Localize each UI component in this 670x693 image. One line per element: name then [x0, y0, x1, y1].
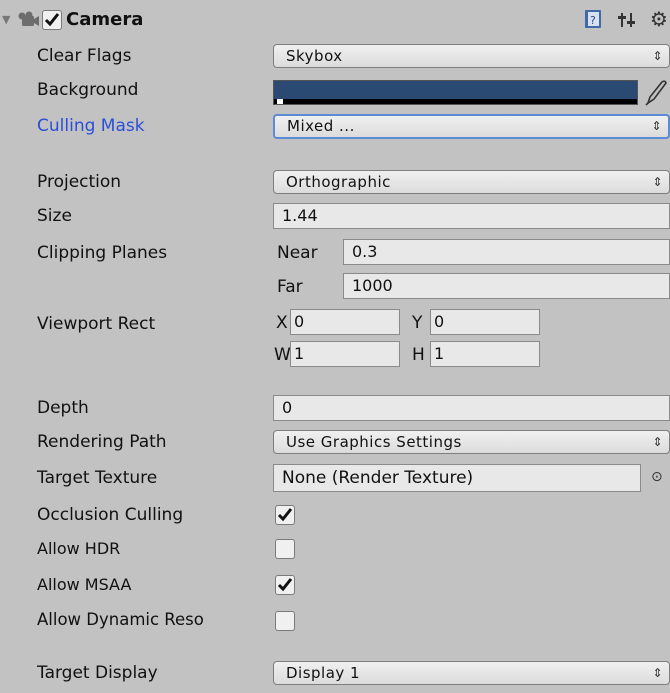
- clear-flags-dropdown[interactable]: Skybox ⇕: [273, 44, 670, 68]
- dropdown-arrow-icon: ⇕: [652, 435, 663, 449]
- object-picker-icon[interactable]: ⊙: [651, 469, 663, 485]
- x-field[interactable]: 0: [290, 309, 400, 335]
- target-display-value: Display 1: [286, 664, 361, 682]
- allow-msaa-label: Allow MSAA: [37, 575, 132, 594]
- svg-text:?: ?: [590, 14, 596, 27]
- h-label: H: [412, 345, 425, 365]
- viewport-rect-label: Viewport Rect: [37, 314, 156, 334]
- settings-gear-icon[interactable]: ⚙: [650, 7, 668, 31]
- depth-field[interactable]: 0: [273, 395, 670, 421]
- culling-mask-value: Mixed ...: [287, 117, 355, 135]
- h-field[interactable]: 1: [430, 341, 540, 367]
- y-label: Y: [412, 313, 423, 333]
- clear-flags-label: Clear Flags: [37, 46, 132, 66]
- w-field[interactable]: 1: [290, 341, 400, 367]
- allow-dynamic-resolution-checkbox[interactable]: [275, 611, 295, 631]
- allow-dynamic-resolution-label: Allow Dynamic Reso: [37, 610, 204, 629]
- background-color-swatch[interactable]: [273, 80, 638, 105]
- presets-sliders-icon[interactable]: [617, 11, 637, 34]
- w-label: W: [274, 345, 291, 365]
- x-label: X: [276, 313, 288, 333]
- culling-mask-dropdown[interactable]: Mixed ... ⇕: [273, 114, 670, 139]
- background-label: Background: [37, 80, 139, 100]
- near-field[interactable]: 0.3: [343, 239, 670, 265]
- size-field[interactable]: 1.44: [273, 203, 670, 229]
- alpha-bar: [274, 99, 637, 104]
- dropdown-arrow-icon: ⇕: [652, 666, 663, 680]
- rendering-path-label: Rendering Path: [37, 432, 167, 452]
- near-label: Near: [277, 243, 318, 263]
- clipping-planes-label: Clipping Planes: [37, 243, 168, 263]
- rendering-path-value: Use Graphics Settings: [286, 433, 462, 451]
- help-book-icon[interactable]: ?: [583, 9, 603, 34]
- clear-flags-value: Skybox: [286, 47, 343, 65]
- dropdown-arrow-icon: ⇕: [651, 119, 662, 133]
- target-texture-field[interactable]: None (Render Texture): [273, 464, 641, 492]
- camera-icon: [16, 11, 40, 34]
- allow-msaa-checkbox[interactable]: [275, 575, 295, 595]
- projection-dropdown[interactable]: Orthographic ⇕: [273, 170, 670, 194]
- occlusion-culling-label: Occlusion Culling: [37, 505, 184, 525]
- component-title: Camera: [66, 9, 144, 30]
- eyedropper-icon[interactable]: [644, 78, 668, 111]
- target-display-label: Target Display: [37, 663, 158, 683]
- depth-label: Depth: [37, 398, 89, 418]
- rendering-path-dropdown[interactable]: Use Graphics Settings ⇕: [273, 430, 670, 454]
- component-enabled-checkbox[interactable]: [42, 10, 62, 30]
- allow-hdr-label: Allow HDR: [37, 539, 121, 558]
- projection-label: Projection: [37, 172, 122, 192]
- dropdown-arrow-icon: ⇕: [652, 49, 663, 63]
- target-display-dropdown[interactable]: Display 1 ⇕: [273, 661, 670, 685]
- alpha-marker: [277, 99, 283, 104]
- far-field[interactable]: 1000: [343, 273, 670, 299]
- size-label: Size: [37, 206, 72, 226]
- culling-mask-label: Culling Mask: [37, 116, 145, 136]
- target-texture-label: Target Texture: [37, 468, 158, 488]
- projection-value: Orthographic: [286, 173, 391, 191]
- occlusion-culling-checkbox[interactable]: [275, 505, 295, 525]
- allow-hdr-checkbox[interactable]: [275, 539, 295, 559]
- far-label: Far: [277, 277, 303, 297]
- foldout-arrow-icon[interactable]: ▼: [2, 13, 10, 26]
- y-field[interactable]: 0: [430, 309, 540, 335]
- dropdown-arrow-icon: ⇕: [652, 175, 663, 189]
